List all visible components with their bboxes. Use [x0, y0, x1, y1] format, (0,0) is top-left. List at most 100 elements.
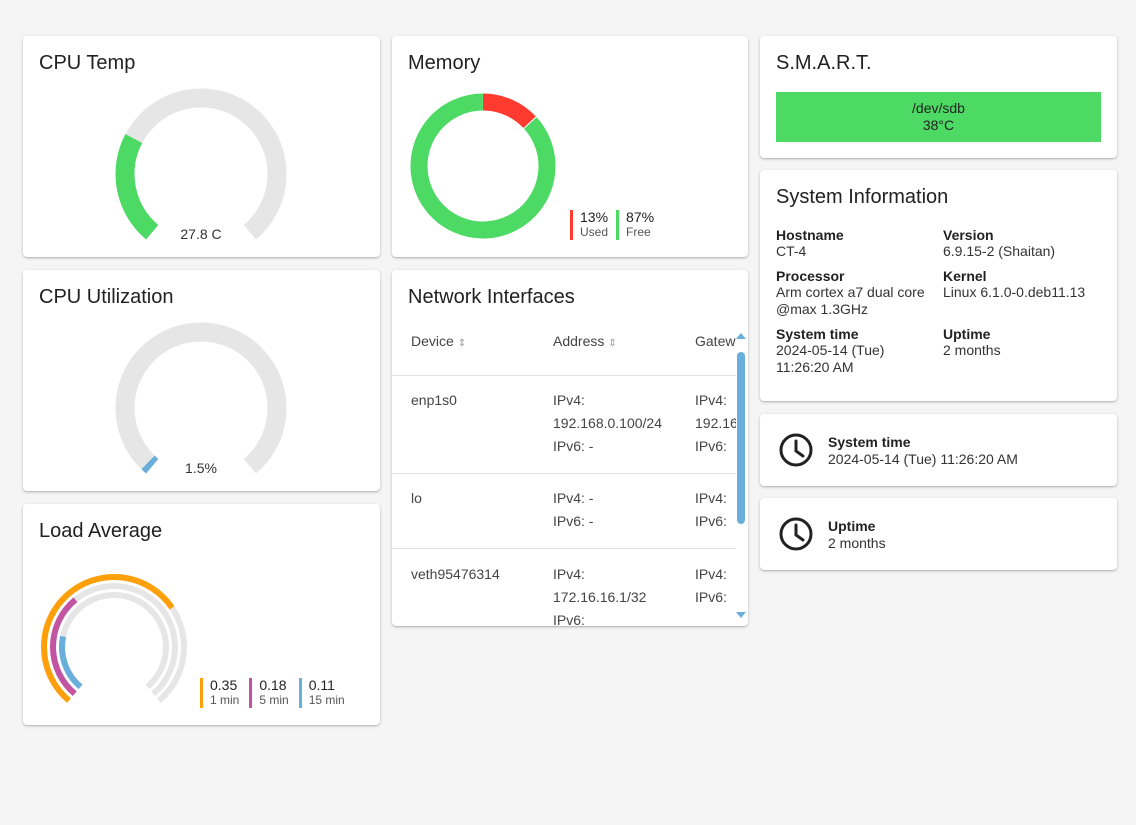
load-legend: 0.35 1 min 0.18 5 min 0.11 15 min — [200, 678, 345, 708]
gauge-value: 1.5% — [185, 460, 217, 476]
system-time-card: System time 2024-05-14 (Tue) 11:26:20 AM — [760, 414, 1117, 486]
memory-donut — [410, 93, 556, 239]
gateway-line: IPv6: — [695, 438, 727, 454]
divider — [392, 473, 736, 474]
column-gateway[interactable]: Gatew — [695, 333, 736, 349]
sort-icon[interactable]: ⇕ — [608, 338, 616, 349]
card-title: System Information — [776, 186, 949, 208]
legend-value: 87% — [626, 209, 655, 225]
gauge-fill — [115, 134, 159, 240]
legend-value: 0.35 — [210, 677, 238, 693]
row-address: IPv4: 192.168.0.100/24 IPv6: - — [553, 389, 662, 458]
divider — [392, 548, 736, 549]
address-line: IPv6: - — [553, 513, 594, 529]
divider — [392, 375, 736, 376]
network-card: Network Interfaces Device ⇕ Address ⇕ Ga… — [392, 270, 748, 626]
legend-label: 5 min — [259, 693, 289, 707]
info-label: Hostname — [776, 227, 844, 243]
info-value: 11:26:20 AM — [776, 359, 854, 375]
clock-icon — [779, 517, 813, 551]
memory-legend: 13% Used 87% Free — [570, 210, 654, 240]
row-device: enp1s0 — [411, 392, 457, 408]
column-address[interactable]: Address ⇕ — [553, 333, 617, 349]
legend-label: Used — [580, 225, 609, 239]
clock-icon — [779, 433, 813, 467]
info-hostname: Hostname CT-4 — [776, 227, 943, 260]
smart-disk-status[interactable]: /dev/sdb 38°C — [776, 92, 1101, 142]
info-label: Processor — [776, 268, 845, 284]
scroll-up-arrow-icon[interactable] — [736, 333, 746, 339]
row-address: IPv4: - IPv6: - — [553, 487, 593, 533]
uptime-card: Uptime 2 months — [760, 498, 1117, 570]
gateway-line: IPv6: — [695, 589, 727, 605]
info-label: Uptime — [943, 326, 991, 342]
gateway-line: IPv4: — [695, 566, 727, 582]
legend-value: 0.11 — [308, 677, 335, 693]
info-version: Version 6.9.15-2 (Shaitan) — [943, 227, 1106, 260]
load-15min-track — [59, 592, 169, 690]
card-title: S.M.A.R.T. — [776, 52, 872, 74]
disk-name: /dev/sdb — [912, 100, 965, 116]
info-value: Linux 6.1.0-0.deb11.13 — [943, 284, 1086, 300]
info-grid: Hostname CT-4 Version 6.9.15-2 (Shaitan)… — [776, 227, 1106, 376]
legend-15min: 0.11 15 min — [298, 677, 345, 708]
uptime-value: 2 months — [828, 535, 886, 551]
info-label: Kernel — [943, 268, 987, 284]
gauge-value: 27.8 C — [180, 226, 222, 242]
gateway-line: IPv4: — [695, 490, 727, 506]
system-info-card: System Information Hostname CT-4 Version… — [760, 170, 1117, 401]
memory-used-arc — [482, 93, 536, 129]
time-title: System time — [828, 434, 911, 450]
cpu-temp-gauge — [115, 88, 287, 240]
row-gateway: IPv4: IPv6: — [695, 563, 736, 609]
column-label: Gatew — [695, 333, 736, 349]
card-title: Network Interfaces — [408, 286, 575, 308]
sort-icon[interactable]: ⇕ — [458, 338, 466, 349]
scrollbar[interactable] — [736, 333, 746, 618]
legend-label: Free — [626, 225, 651, 239]
info-value: 6.9.15-2 (Shaitan) — [943, 243, 1056, 259]
address-line: IPv4: — [553, 392, 585, 408]
gateway-line: 192.16 — [695, 415, 736, 431]
gateway-line: IPv6: — [695, 513, 727, 529]
row-address: IPv4: 172.16.16.1/32 IPv6: — [553, 563, 646, 626]
column-label: Address — [553, 333, 605, 349]
column-label: Device — [411, 333, 454, 349]
column-device[interactable]: Device ⇕ — [411, 333, 466, 349]
info-processor: Processor Arm cortex a7 dual core @max 1… — [776, 268, 943, 318]
scroll-thumb[interactable] — [737, 352, 745, 524]
address-line: IPv4: — [553, 566, 585, 582]
address-line: 192.168.0.100/24 — [553, 415, 662, 431]
legend-value: 13% — [580, 209, 609, 225]
legend-1min: 0.35 1 min — [200, 678, 239, 708]
info-uptime: Uptime 2 months — [943, 326, 1106, 376]
info-value: Arm cortex a7 dual core — [776, 284, 925, 300]
load-gauge — [40, 573, 187, 703]
cpu-utilization-card: CPU Utilization 1.5% — [23, 270, 380, 491]
gauge-track — [115, 88, 287, 240]
legend-5min: 0.18 5 min — [249, 678, 289, 708]
info-label: Version — [943, 227, 994, 243]
cpu-util-gauge — [115, 322, 287, 474]
cpu-temp-card: CPU Temp 27.8 C — [23, 36, 380, 257]
address-line: 172.16.16.1/32 — [553, 589, 647, 605]
address-line: IPv6: - — [553, 438, 594, 454]
row-device: veth95476314 — [411, 566, 500, 582]
address-line: IPv4: - — [553, 490, 594, 506]
uptime-title: Uptime — [828, 518, 876, 534]
info-value: 2 months — [943, 342, 1001, 358]
info-kernel: Kernel Linux 6.1.0-0.deb11.13 — [943, 268, 1106, 318]
gauge-track — [115, 322, 287, 474]
info-system-time: System time 2024-05-14 (Tue) 11:26:20 AM — [776, 326, 943, 376]
disk-temp: 38°C — [922, 117, 955, 133]
gateway-line: IPv4: — [695, 392, 727, 408]
info-value: @max 1.3GHz — [776, 301, 869, 317]
legend-free: 87% Free — [616, 210, 654, 240]
time-value: 2024-05-14 (Tue) 11:26:20 AM — [828, 451, 1018, 467]
row-device: lo — [411, 490, 422, 506]
load-average-card: Load Average 0.35 1 min 0.18 5 min 0.11 … — [23, 504, 380, 725]
info-label: System time — [776, 326, 859, 342]
address-line: IPv6: — [553, 612, 585, 626]
memory-card: Memory 13% Used 87% Free — [392, 36, 748, 257]
scroll-down-arrow-icon[interactable] — [736, 612, 746, 618]
